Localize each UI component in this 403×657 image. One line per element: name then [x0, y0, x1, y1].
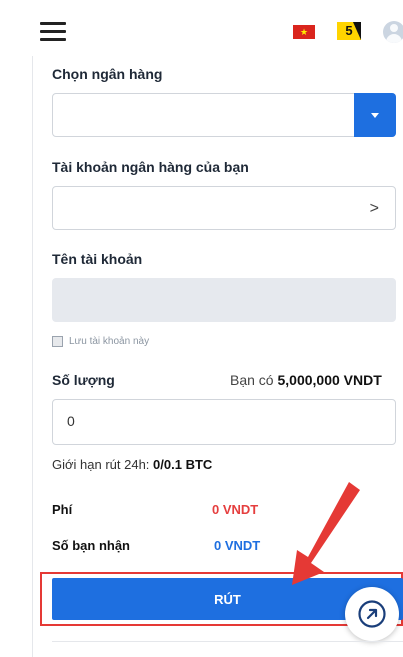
withdraw-limit-value: 0/0.1 BTC: [153, 457, 213, 472]
bank-account-label: Tài khoản ngân hàng của bạn: [52, 159, 249, 175]
bank-select-toggle[interactable]: [354, 93, 396, 137]
bottom-divider: [52, 641, 403, 642]
receive-value: 0 VNDT: [214, 538, 261, 553]
vietnam-flag-icon[interactable]: ★: [293, 25, 315, 39]
withdraw-limit: Giới hạn rút 24h: 0/0.1 BTC: [52, 457, 212, 472]
floating-action-button[interactable]: [345, 587, 399, 641]
fee-label: Phí: [52, 502, 73, 517]
amount-label: Số lượng: [52, 372, 115, 388]
balance-value: 5,000,000 VNDT: [277, 372, 382, 388]
level-badge[interactable]: 5: [337, 22, 361, 40]
chevron-right-icon: >: [369, 200, 379, 217]
bank-select-label: Chọn ngân hàng: [52, 66, 163, 82]
bank-account-field[interactable]: >: [52, 186, 396, 230]
fee-value: 0 VNDT: [212, 502, 259, 517]
balance-text: Bạn có 5,000,000 VNDT: [230, 372, 382, 388]
top-bar: ★ 5: [0, 0, 403, 56]
hamburger-menu-icon[interactable]: [40, 22, 66, 42]
save-account-row[interactable]: Lưu tài khoản này: [52, 334, 149, 348]
account-name-field: [52, 278, 396, 322]
withdraw-limit-prefix: Giới hạn rút 24h:: [52, 457, 150, 472]
save-account-checkbox[interactable]: [52, 335, 63, 347]
bank-select[interactable]: [52, 93, 396, 137]
receive-label: Số bạn nhận: [52, 538, 130, 553]
left-divider: [32, 56, 33, 657]
balance-prefix: Bạn có: [230, 372, 274, 388]
caret-down-icon: [371, 113, 379, 118]
amount-input[interactable]: 0: [52, 399, 396, 445]
account-name-label: Tên tài khoản: [52, 251, 143, 267]
external-link-icon: [358, 600, 386, 628]
avatar[interactable]: [383, 21, 403, 43]
save-account-label: Lưu tài khoản này: [69, 335, 150, 347]
amount-input-value: 0: [67, 413, 75, 429]
